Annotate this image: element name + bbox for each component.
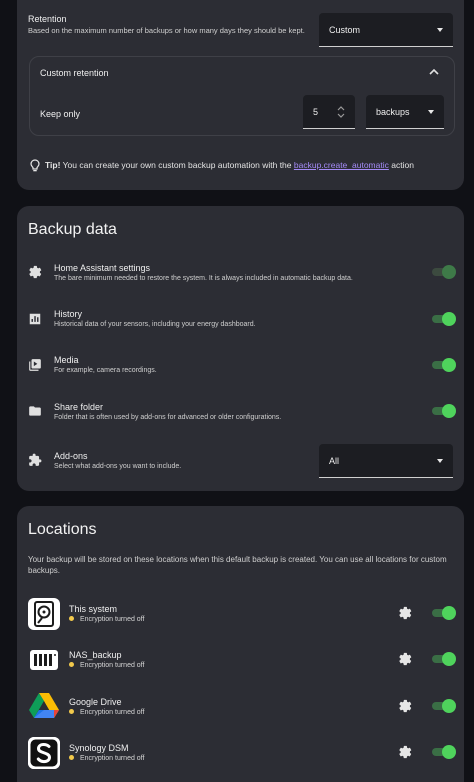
tip-body: You can create your own custom backup au… [62, 160, 292, 170]
automation-link[interactable]: backup.create_automatic [294, 160, 389, 170]
location-status: Encryption turned off [69, 708, 144, 716]
folder-icon [29, 406, 41, 416]
keep-unit-value: backups [376, 106, 410, 117]
gear-icon [29, 265, 42, 279]
locations-title: Locations [28, 521, 97, 538]
chevron-down-icon [428, 109, 434, 114]
history-subtitle: Historical data of your sensors, includi… [54, 321, 256, 328]
chevron-down-icon [437, 27, 443, 32]
lightbulb-icon [30, 159, 40, 172]
chevron-up-icon[interactable] [429, 68, 439, 76]
share-folder-toggle[interactable] [432, 404, 456, 418]
chevron-down-icon [437, 458, 443, 463]
addons-select[interactable]: All [319, 444, 453, 478]
keep-unit-select[interactable]: backups [366, 95, 444, 129]
locations-description: Your backup will be stored on these loca… [28, 555, 447, 575]
gear-icon[interactable] [398, 652, 412, 666]
retention-title: Retention [28, 14, 67, 24]
retention-select[interactable]: Custom [319, 13, 453, 47]
chart-icon [29, 313, 41, 325]
media-title: Media [54, 355, 79, 365]
status-dot-icon [69, 708, 74, 714]
location-status: Encryption turned off [69, 754, 144, 762]
keep-count-input[interactable]: 5 [303, 95, 355, 129]
ha-settings-toggle [432, 265, 456, 279]
location-google-drive-title: Google Drive [69, 697, 122, 707]
media-subtitle: For example, camera recordings. [54, 367, 157, 374]
custom-retention-title: Custom retention [40, 68, 109, 78]
addons-subtitle: Select what add-ons you want to include. [54, 463, 182, 470]
synology-icon [28, 737, 60, 769]
media-icon [29, 359, 41, 371]
location-google-drive-toggle[interactable] [432, 699, 456, 713]
nas-icon [28, 644, 60, 676]
keep-only-label: Keep only [40, 109, 81, 119]
location-synology-toggle[interactable] [432, 745, 456, 759]
tip-label: Tip! [45, 160, 61, 170]
tip-text: Tip! You can create your own custom back… [45, 160, 414, 170]
gear-icon[interactable] [398, 606, 412, 620]
backup-data-card: Backup data Home Assistant settings The … [17, 206, 464, 491]
share-folder-subtitle: Folder that is often used by add-ons for… [54, 414, 282, 421]
addons-title: Add-ons [54, 451, 88, 461]
history-title: History [54, 309, 83, 319]
custom-retention-panel: Custom retention Keep only 5 backups [29, 56, 455, 136]
location-this-system-toggle[interactable] [432, 606, 456, 620]
ha-settings-title: Home Assistant settings [54, 263, 151, 273]
gear-icon[interactable] [398, 699, 412, 713]
tip-suffix: action [391, 160, 414, 170]
location-this-system-title: This system [69, 604, 118, 614]
location-status: Encryption turned off [69, 615, 144, 623]
locations-card: Locations Your backup will be stored on … [17, 506, 464, 782]
harddisk-icon [28, 598, 60, 630]
status-dot-icon [69, 661, 74, 667]
gear-icon[interactable] [398, 745, 412, 759]
share-folder-title: Share folder [54, 402, 104, 412]
location-status: Encryption turned off [69, 661, 144, 669]
keep-count-value: 5 [313, 106, 319, 117]
media-toggle[interactable] [432, 358, 456, 372]
retention-description: Based on the maximum number of backups o… [28, 26, 305, 35]
puzzle-icon [29, 453, 42, 466]
google-drive-icon [28, 690, 60, 722]
retention-select-value: Custom [329, 24, 361, 35]
addons-select-value: All [329, 455, 340, 466]
status-dot-icon [69, 754, 74, 760]
location-synology-title: Synology DSM [69, 743, 129, 753]
history-toggle[interactable] [432, 312, 456, 326]
stepper-icon[interactable] [337, 106, 345, 118]
retention-card: Retention Based on the maximum number of… [17, 0, 464, 190]
backup-data-title: Backup data [28, 221, 117, 238]
location-nas-title: NAS_backup [69, 650, 122, 660]
ha-settings-subtitle: The bare minimum needed to restore the s… [54, 275, 353, 282]
location-nas-toggle[interactable] [432, 652, 456, 666]
status-dot-icon [69, 615, 74, 621]
